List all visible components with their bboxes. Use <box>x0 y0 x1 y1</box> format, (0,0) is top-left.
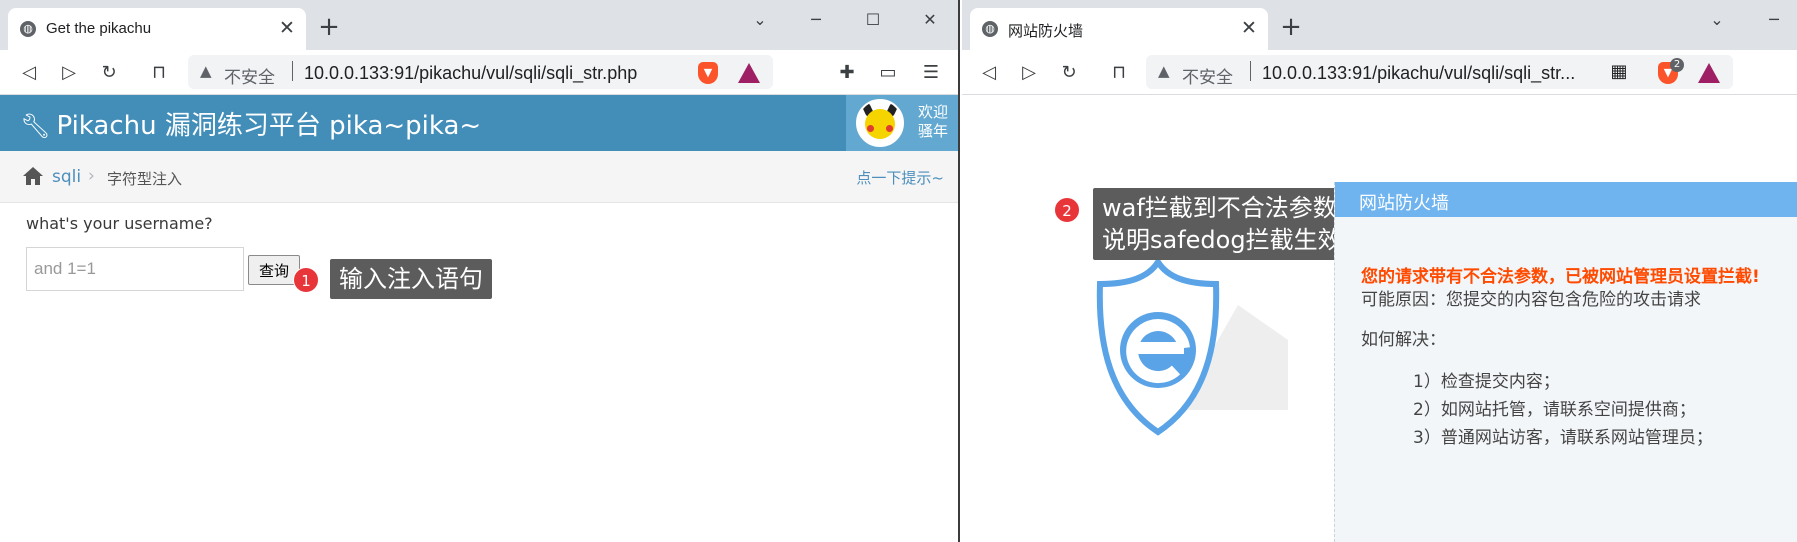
user-menu[interactable]: 欢迎 骚年 <box>846 95 958 151</box>
waf-reason: 可能原因：您提交的内容包含危险的攻击请求 <box>1361 290 1701 310</box>
new-tab-button[interactable]: + <box>1277 14 1305 42</box>
brave-shields-icon[interactable]: ▼ <box>698 62 718 84</box>
right-browser-window: ◍ 网站防火墙 ✕ + ⌄ ─ ◁ ▷ ↻ ⊓ ▲ 不安全 10.0.0.133… <box>962 0 1797 542</box>
avatar <box>856 99 904 147</box>
username-input[interactable] <box>26 247 244 291</box>
waf-how-to: 如何解决： <box>1361 330 1446 350</box>
close-tab-icon[interactable]: ✕ <box>1238 17 1260 39</box>
breadcrumb: sqli › 字符型注入 点一下提示~ <box>0 151 958 203</box>
tab-search-icon[interactable]: ⌄ <box>740 8 780 32</box>
globe-icon: ◍ <box>20 21 36 37</box>
security-label: 不安全 <box>1182 68 1233 88</box>
forward-icon[interactable]: ▷ <box>1016 60 1042 86</box>
tab-strip: ◍ Get the pikachu ✕ + ⌄ ─ ☐ ✕ <box>0 0 958 50</box>
bat-rewards-icon[interactable] <box>1698 63 1720 83</box>
wallet-icon[interactable]: ▭ <box>875 60 901 86</box>
close-window-button[interactable]: ✕ <box>910 8 950 32</box>
warning-icon: ▲ <box>200 62 212 80</box>
logo-text: Pikachu 漏洞练习平台 pika~pika~ <box>56 111 482 141</box>
url-text[interactable]: 10.0.0.133:91/pikachu/vul/sqli/sqli_str.… <box>1262 63 1575 84</box>
waf-panel: 网站防火墙 您的请求带有不合法参数，已被网站管理员设置拦截! 可能原因：您提交的… <box>1334 182 1797 542</box>
tab-title: Get the pikachu <box>46 20 152 37</box>
callout-line-1: waf拦截到不合法参数 <box>1102 194 1337 222</box>
security-label: 不安全 <box>224 68 275 88</box>
maximize-button[interactable]: ☐ <box>853 8 893 32</box>
address-bar[interactable]: ▲ 不安全 10.0.0.133:91/pikachu/vul/sqli/sql… <box>188 55 773 89</box>
extensions-icon[interactable]: ✚ <box>834 60 860 86</box>
tab-website-firewall[interactable]: ◍ 网站防火墙 ✕ <box>970 8 1268 50</box>
waf-step: 2）如网站托管，请联系空间提供商； <box>1413 400 1696 420</box>
waf-block-message: 您的请求带有不合法参数，已被网站管理员设置拦截! <box>1361 267 1760 287</box>
close-tab-icon[interactable]: ✕ <box>276 17 298 39</box>
back-icon[interactable]: ◁ <box>16 60 42 86</box>
username-question: what's your username? <box>26 214 213 233</box>
breadcrumb-sqli-link[interactable]: sqli <box>52 167 81 187</box>
callout-inject-statement: 输入注入语句 <box>330 259 492 299</box>
tab-get-the-pikachu[interactable]: ◍ Get the pikachu ✕ <box>8 8 306 50</box>
browser-toolbar: ◁ ▷ ↻ ⊓ ▲ 不安全 10.0.0.133:91/pikachu/vul/… <box>962 50 1797 95</box>
breadcrumb-current: 字符型注入 <box>107 170 183 188</box>
warning-icon: ▲ <box>1158 62 1170 80</box>
shield-e-icon <box>1096 260 1288 436</box>
wrench-icon: 🔧︎ <box>20 112 51 140</box>
welcome-label: 欢迎 <box>918 103 949 121</box>
waf-title: 网站防火墙 <box>1359 193 1449 214</box>
forward-icon[interactable]: ▷ <box>56 60 82 86</box>
new-tab-button[interactable]: + <box>315 14 343 42</box>
tab-search-icon[interactable]: ⌄ <box>1697 8 1737 32</box>
bookmark-icon[interactable]: ⊓ <box>146 60 172 86</box>
step-badge-1: 1 <box>293 267 319 293</box>
callout-waf-blocked: waf拦截到不合法参数 说明safedog拦截生效 <box>1093 188 1351 260</box>
welcome-text: 欢迎 骚年 <box>918 103 948 141</box>
menu-icon[interactable]: ☰ <box>918 60 944 86</box>
brave-shields-badge: 2 <box>1670 58 1684 72</box>
bookmark-icon[interactable]: ⊓ <box>1106 60 1132 86</box>
browser-toolbar: ◁ ▷ ↻ ⊓ ▲ 不安全 10.0.0.133:91/pikachu/vul/… <box>0 50 958 95</box>
callout-line-2: 说明safedog拦截生效 <box>1102 226 1342 254</box>
waf-step: 3）普通网站访客，请联系网站管理员； <box>1413 428 1713 448</box>
address-separator <box>292 61 293 81</box>
reload-icon[interactable]: ↻ <box>1056 60 1082 86</box>
bat-rewards-icon[interactable] <box>738 63 760 83</box>
waf-title-bar: 网站防火墙 <box>1335 182 1797 217</box>
tab-title: 网站防火墙 <box>1008 23 1084 40</box>
waf-step: 1）检查提交内容； <box>1413 372 1560 392</box>
address-bar[interactable]: ▲ 不安全 10.0.0.133:91/pikachu/vul/sqli/sql… <box>1146 55 1733 89</box>
hint-link[interactable]: 点一下提示~ <box>856 167 944 188</box>
qr-icon[interactable]: ▦ <box>1606 59 1632 85</box>
minimize-button[interactable]: ─ <box>1754 8 1794 32</box>
breadcrumb-separator-icon: › <box>88 166 95 186</box>
step-badge-2: 2 <box>1054 197 1080 223</box>
tab-strip: ◍ 网站防火墙 ✕ + ⌄ ─ <box>962 0 1797 50</box>
home-icon[interactable] <box>22 166 44 186</box>
address-separator <box>1250 61 1251 81</box>
globe-icon: ◍ <box>982 21 998 37</box>
left-browser-window: ◍ Get the pikachu ✕ + ⌄ ─ ☐ ✕ ◁ ▷ ↻ ⊓ ▲ … <box>0 0 960 542</box>
url-text[interactable]: 10.0.0.133:91/pikachu/vul/sqli/sqli_str.… <box>304 63 637 84</box>
pikachu-header: 🔧︎ Pikachu 漏洞练习平台 pika~pika~ 欢迎 骚年 <box>0 95 958 151</box>
minimize-button[interactable]: ─ <box>796 8 836 32</box>
site-logo[interactable]: 🔧︎ Pikachu 漏洞练习平台 pika~pika~ <box>20 105 481 142</box>
back-icon[interactable]: ◁ <box>976 60 1002 86</box>
reload-icon[interactable]: ↻ <box>96 60 122 86</box>
welcome-user: 骚年 <box>918 122 949 140</box>
